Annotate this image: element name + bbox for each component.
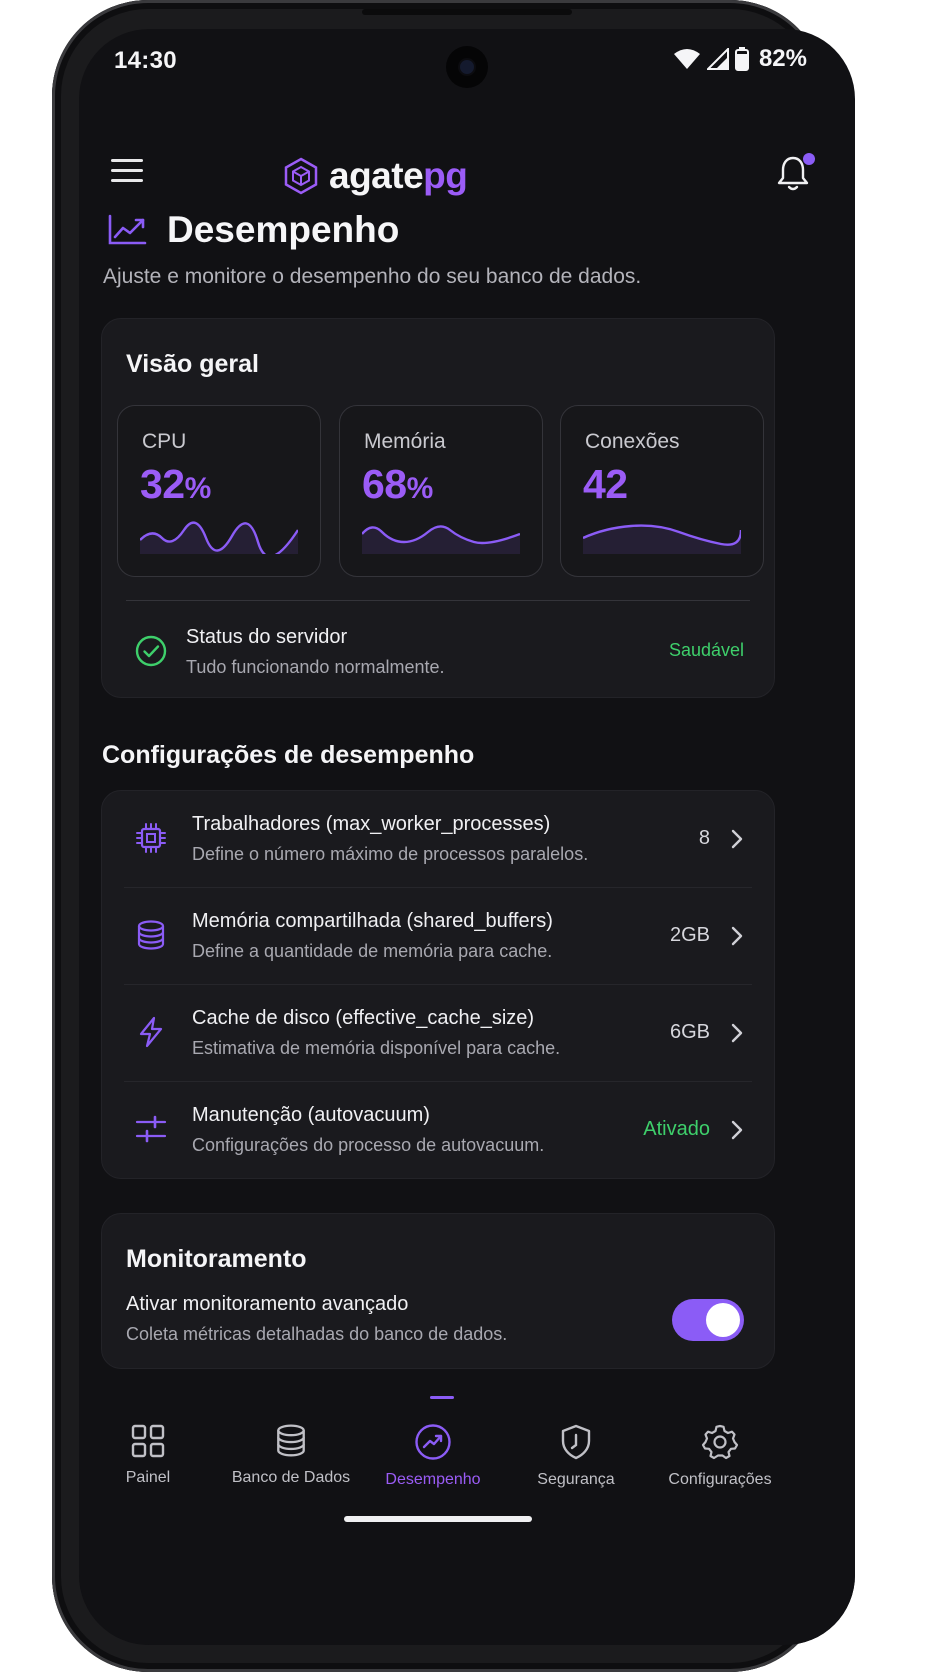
setting-row-workers[interactable]: Trabalhadores (max_worker_processes) Def… [102,791,774,888]
nav-item-painel[interactable]: Painel [79,1423,223,1487]
setting-value: 6GB [669,1021,710,1043]
metric-label: Memória [364,430,446,453]
nav-item-seguranca[interactable]: Segurança [501,1423,651,1489]
chevron-right-icon [731,1120,743,1140]
setting-subtitle: Configurações do processo de autovacuum. [192,1135,545,1155]
logo-wordmark: agatepg [329,155,468,197]
hexagon-logo-icon [284,157,318,195]
nav-label: Desempenho [385,1471,481,1488]
database-icon [277,1424,305,1457]
metric-number: 42 [583,461,628,507]
gear-icon [701,1424,739,1460]
memory-sparkline [362,525,520,554]
app-bar: agatepg [79,119,855,199]
server-status: Status do servidor Tudo funcionando norm… [134,624,744,684]
metric-unit: % [184,472,212,505]
metric-card-connections[interactable]: Conexões 42 [560,405,764,577]
setting-subtitle: Define a quantidade de memória para cach… [192,941,553,961]
nav-label: Configurações [668,1471,772,1488]
logo-text-agate: agate [329,155,424,196]
nav-item-desempenho[interactable]: Desempenho [358,1423,508,1489]
nav-item-banco-de-dados[interactable]: Banco de Dados [216,1423,366,1487]
chevron-right-icon [731,1023,743,1043]
wifi-icon [673,49,700,69]
setting-title: Cache de disco (effective_cache_size) [192,1007,535,1029]
status-icons: 82% [673,45,807,73]
chevron-right-icon [731,829,743,849]
database-icon [137,920,165,950]
monitoring-title: Monitoramento [126,1245,307,1273]
toggle-knob [706,1303,740,1337]
setting-row-shared-buffers[interactable]: Memória compartilhada (shared_buffers) D… [102,888,774,985]
settings-card: Trabalhadores (max_worker_processes) Def… [101,790,775,1179]
monitoring-card: Monitoramento Ativar monitoramento avanç… [101,1213,775,1369]
performance-icon [415,1424,451,1460]
chart-line-icon [108,214,147,245]
grid-icon [131,1424,165,1458]
status-time: 14:30 [114,47,177,74]
home-indicator[interactable] [344,1516,532,1522]
app-logo: agatepg [283,155,468,197]
setting-subtitle: Estimativa de memória disponível para ca… [192,1038,561,1058]
active-tab-indicator [430,1396,454,1399]
metric-card-cpu[interactable]: CPU 32% [117,405,321,577]
setting-value: 8 [698,827,710,849]
battery-icon [734,47,749,71]
overview-title: Visão geral [126,350,259,378]
logo-text-pg: pg [423,155,468,196]
phone-top-edge [362,9,572,15]
page-header: Desempenho Ajuste e monitore o desempenh… [103,209,803,289]
advanced-monitoring-toggle[interactable] [672,1299,744,1341]
metric-value: 32% [140,461,211,508]
lightning-icon [139,1016,163,1048]
setting-title: Memória compartilhada (shared_buffers) [192,910,553,932]
cpu-sparkline [140,521,298,554]
menu-icon[interactable] [111,159,143,183]
page-subtitle: Ajuste e monitore o desempenho do seu ba… [103,265,642,288]
metric-value: 68% [362,461,433,508]
check-circle-icon [135,635,167,667]
server-status-title: Status do servidor [186,626,348,648]
bottom-nav: Painel Banco de Dados Desempenho Seguran… [79,1393,855,1645]
chevron-right-icon [731,926,743,946]
overview-card: Visão geral CPU 32% Memória 68% Conexões… [101,318,775,698]
screen: 14:30 82% agatepg Desempenho Ajuste e mo… [79,29,855,1645]
setting-title: Manutenção (autovacuum) [192,1104,430,1126]
setting-value: 2GB [669,924,710,946]
overview-divider [126,600,750,601]
signal-icon [706,48,729,70]
metric-label: CPU [142,430,187,453]
status-badge: Saudável [668,640,744,660]
notification-dot [803,153,815,165]
nav-label: Banco de Dados [231,1469,351,1486]
page-title: Desempenho [167,209,400,250]
server-status-subtitle: Tudo funcionando normalmente. [186,657,445,677]
nav-label: Segurança [537,1471,615,1488]
metric-label: Conexões [585,430,680,453]
settings-section-title: Configurações de desempenho [102,741,475,769]
cpu-chip-icon [136,823,166,853]
metric-number: 32 [140,461,185,507]
sliders-icon [135,1115,167,1143]
setting-value: Ativado [643,1118,710,1140]
battery-percent: 82% [758,45,807,72]
setting-row-autovacuum[interactable]: Manutenção (autovacuum) Configurações do… [102,1082,774,1179]
monitoring-option-title: Ativar monitoramento avançado [126,1293,409,1315]
connections-sparkline [583,524,741,554]
monitoring-option-subtitle: Coleta métricas detalhadas do banco de d… [126,1324,508,1344]
front-camera [446,46,488,88]
shield-icon [561,1424,591,1460]
nav-label: Painel [125,1469,171,1486]
setting-title: Trabalhadores (max_worker_processes) [192,813,551,835]
setting-subtitle: Define o número máximo de processos para… [192,844,589,864]
metric-number: 68 [362,461,407,507]
nav-item-configuracoes[interactable]: Configurações [645,1423,795,1489]
setting-row-effective-cache[interactable]: Cache de disco (effective_cache_size) Es… [102,985,774,1082]
notifications-button[interactable] [775,153,815,193]
metric-unit: % [406,472,434,505]
metric-card-memory[interactable]: Memória 68% [339,405,543,577]
metric-value: 42 [583,461,628,508]
